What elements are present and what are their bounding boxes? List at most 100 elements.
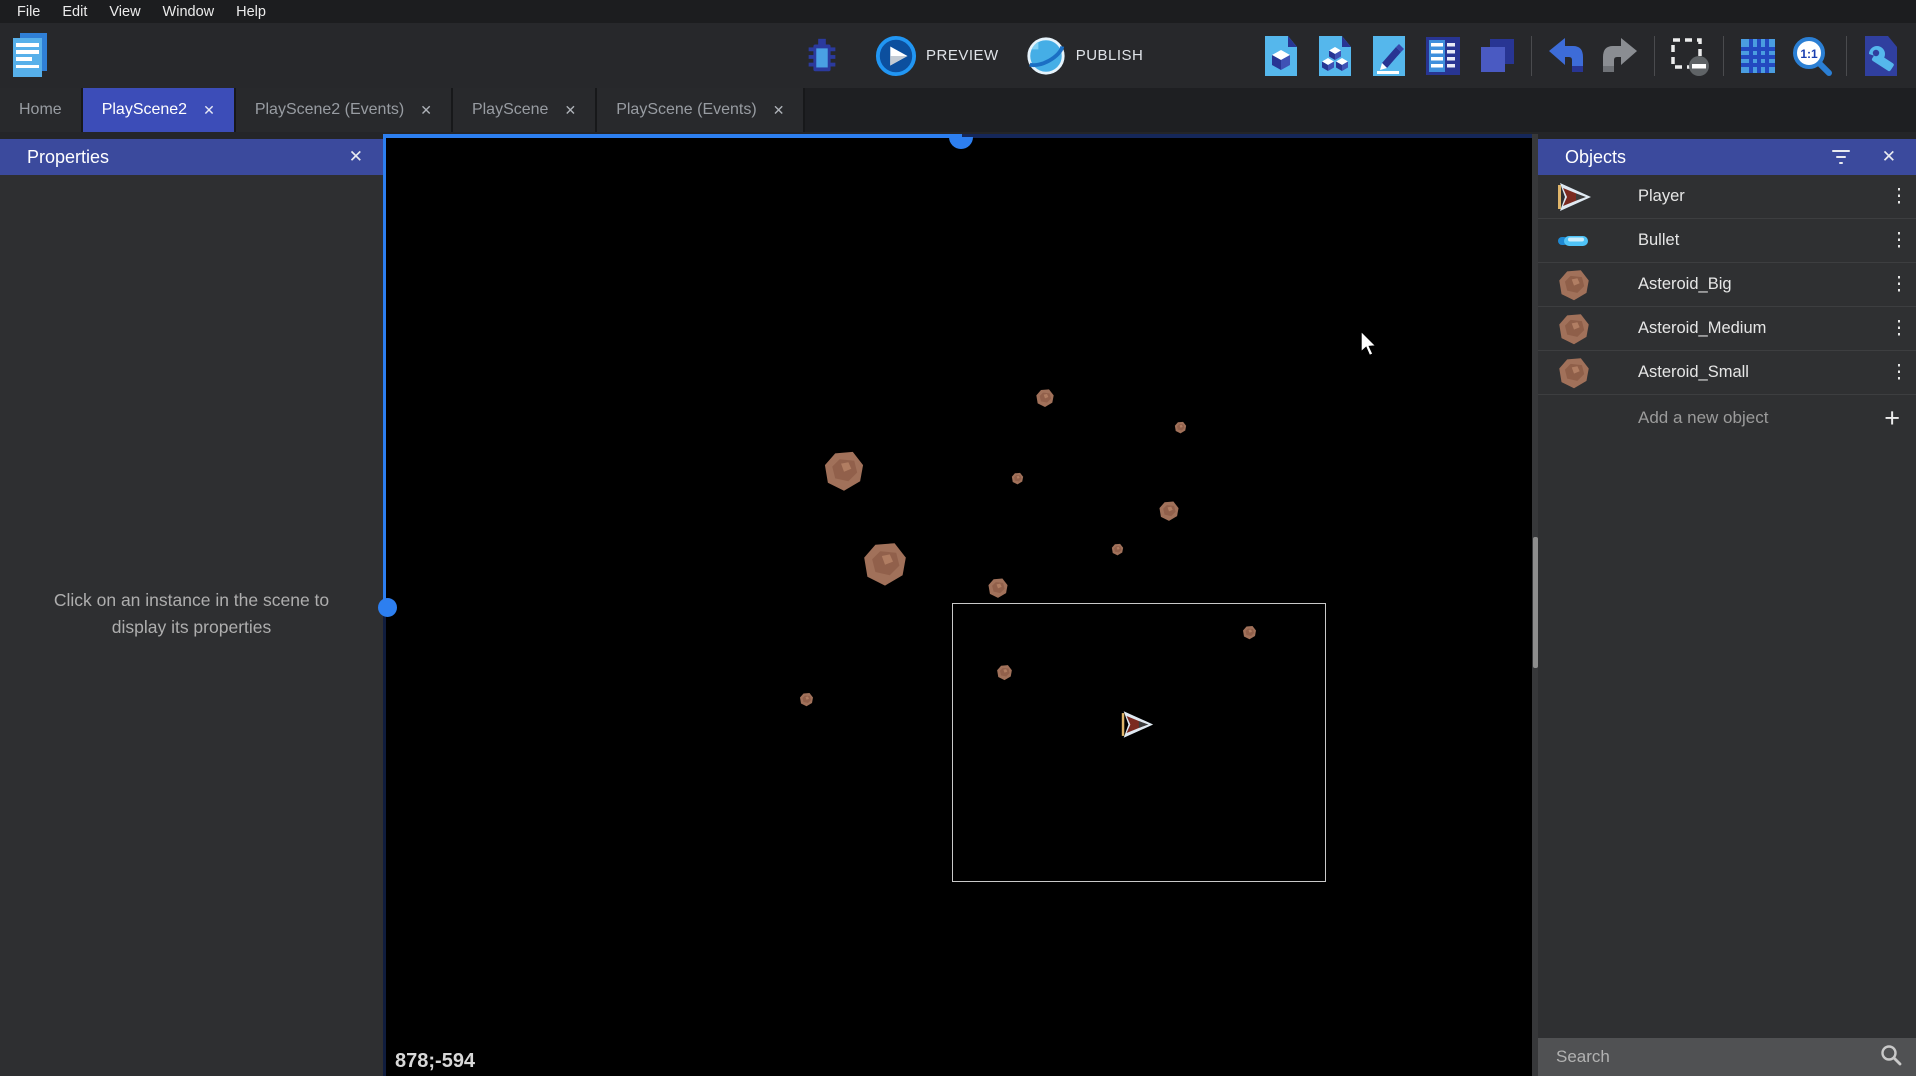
tab-close-icon[interactable]: ✕: [203, 102, 215, 119]
top-splitter-handle[interactable]: [949, 137, 973, 149]
toolbar-center: PREVIEW PUBLISH: [795, 23, 1143, 88]
asteroid-instance[interactable]: [1111, 543, 1124, 561]
filter-icon[interactable]: [1832, 150, 1850, 165]
object-name: Asteroid_Medium: [1638, 319, 1882, 338]
redo-icon[interactable]: [1598, 34, 1642, 78]
toolbar-separator: [1654, 36, 1655, 76]
undo-icon[interactable]: [1544, 34, 1588, 78]
bullet-icon: [1552, 233, 1596, 249]
tab-label: Home: [19, 101, 62, 119]
objects-search-bar: [1538, 1038, 1916, 1076]
object-menu-icon[interactable]: ⋮: [1882, 275, 1916, 294]
player-instance[interactable]: [1118, 710, 1156, 744]
toolbar-separator: [1531, 36, 1532, 76]
objects-list: Player⋮Bullet⋮Asteroid_Big⋮Asteroid_Medi…: [1538, 175, 1916, 395]
globe-icon: [1025, 35, 1067, 77]
asteroid-icon: [1552, 356, 1596, 390]
tab-close-icon[interactable]: ✕: [420, 102, 432, 119]
objects-panel-title: Objects: [1565, 147, 1832, 168]
object-row-bullet[interactable]: Bullet⋮: [1538, 219, 1916, 263]
asteroid-icon: [1552, 312, 1596, 346]
object-menu-icon[interactable]: ⋮: [1882, 363, 1916, 382]
menu-item-view[interactable]: View: [98, 0, 151, 23]
search-icon: [1880, 1044, 1902, 1071]
object-name: Asteroid_Big: [1638, 275, 1882, 294]
tab-playscene2-events-[interactable]: PlayScene2 (Events)✕: [236, 88, 453, 132]
scrollbar-thumb[interactable]: [1533, 537, 1538, 668]
publish-label: PUBLISH: [1076, 47, 1144, 64]
tab-playscene2[interactable]: PlayScene2 ✕: [83, 88, 236, 132]
cursor-coordinates: 878;-594: [395, 1050, 475, 1073]
toolbar: PREVIEW PUBLISH: [0, 23, 1916, 88]
canvas-scrollbar[interactable]: [1532, 134, 1538, 1076]
asteroid-instance[interactable]: [1158, 500, 1180, 527]
tab-close-icon[interactable]: ✕: [564, 102, 576, 119]
object-row-asteroid_big[interactable]: Asteroid_Big⋮: [1538, 263, 1916, 307]
objects-panel-header: Objects ✕: [1538, 139, 1916, 175]
scene-canvas[interactable]: 878;-594: [386, 134, 1532, 1076]
asteroid-instance[interactable]: [1174, 421, 1187, 439]
menu-item-edit[interactable]: Edit: [51, 0, 98, 23]
asteroid-instance[interactable]: [1242, 625, 1257, 645]
menu-item-window[interactable]: Window: [152, 0, 226, 23]
menu-bar: FileEditViewWindowHelp: [0, 0, 1916, 23]
properties-pencil-icon[interactable]: [1367, 34, 1411, 78]
search-input[interactable]: [1538, 1047, 1880, 1067]
properties-panel-header: Properties ✕: [0, 139, 383, 175]
left-splitter-handle[interactable]: [378, 598, 397, 617]
asteroid-instance[interactable]: [1011, 472, 1024, 490]
asteroid-instance[interactable]: [861, 540, 909, 593]
tab-label: PlayScene (Events): [616, 101, 757, 119]
svg-text:1:1: 1:1: [1800, 47, 1818, 61]
object-row-player[interactable]: Player⋮: [1538, 175, 1916, 219]
zoom-1-1-icon[interactable]: 1:1: [1790, 34, 1834, 78]
layers-icon[interactable]: [1475, 34, 1519, 78]
toolbar-separator: [1723, 36, 1724, 76]
app-logo-icon[interactable]: [9, 31, 51, 79]
grid-icon[interactable]: [1736, 34, 1780, 78]
asteroid-instance[interactable]: [1035, 388, 1055, 413]
object-groups-icon[interactable]: [1313, 34, 1357, 78]
objects-panel: Objects ✕ Player⋮Bullet⋮Asteroid_Big⋮Ast…: [1538, 139, 1916, 1076]
toolbar-right: 1:1: [1254, 23, 1908, 88]
objects-close-icon[interactable]: ✕: [1876, 145, 1902, 169]
add-object-button[interactable]: Add a new object +: [1538, 395, 1916, 441]
object-name: Bullet: [1638, 231, 1882, 250]
asteroid-instance[interactable]: [996, 664, 1013, 686]
preview-button[interactable]: PREVIEW: [875, 35, 999, 77]
preview-label: PREVIEW: [926, 47, 999, 64]
tab-bar: HomePlayScene2✕PlayScene2 (Events)✕PlayS…: [0, 88, 1916, 132]
tab-label: PlayScene2: [102, 101, 187, 119]
asteroid-instance[interactable]: [822, 449, 866, 498]
properties-panel-title: Properties: [27, 147, 343, 168]
add-object-label: Add a new object: [1638, 408, 1884, 428]
object-row-asteroid_small[interactable]: Asteroid_Small⋮: [1538, 351, 1916, 395]
tab-playscene-events-[interactable]: PlayScene (Events) ✕: [597, 88, 805, 132]
plus-icon: +: [1884, 403, 1900, 434]
delete-selection-icon[interactable]: [1667, 34, 1711, 78]
object-row-asteroid_medium[interactable]: Asteroid_Medium⋮: [1538, 307, 1916, 351]
project-settings-icon[interactable]: [1859, 34, 1903, 78]
tab-home[interactable]: Home: [0, 88, 83, 132]
object-menu-icon[interactable]: ⋮: [1882, 187, 1916, 206]
tab-playscene[interactable]: PlayScene ✕: [453, 88, 597, 132]
asteroid-instance[interactable]: [799, 692, 814, 712]
objects-editor-icon[interactable]: [1259, 34, 1303, 78]
object-name: Player: [1638, 187, 1882, 206]
asteroid-icon: [1552, 268, 1596, 302]
publish-button[interactable]: PUBLISH: [1025, 35, 1144, 77]
gdevelop-window: FileEditViewWindowHelp: [0, 0, 1916, 1076]
menu-item-file[interactable]: File: [6, 0, 51, 23]
properties-panel: Properties ✕ Click on an instance in the…: [0, 139, 383, 1076]
properties-close-icon[interactable]: ✕: [343, 145, 369, 169]
debugger-button[interactable]: [800, 34, 844, 78]
object-name: Asteroid_Small: [1638, 363, 1882, 382]
player-ship-icon: [1552, 182, 1596, 212]
object-menu-icon[interactable]: ⋮: [1882, 231, 1916, 250]
tab-close-icon[interactable]: ✕: [773, 102, 785, 119]
instances-list-icon[interactable]: [1421, 34, 1465, 78]
asteroid-instance[interactable]: [987, 577, 1009, 604]
menu-item-help[interactable]: Help: [225, 0, 277, 23]
object-menu-icon[interactable]: ⋮: [1882, 319, 1916, 338]
tab-label: PlayScene: [472, 101, 549, 119]
